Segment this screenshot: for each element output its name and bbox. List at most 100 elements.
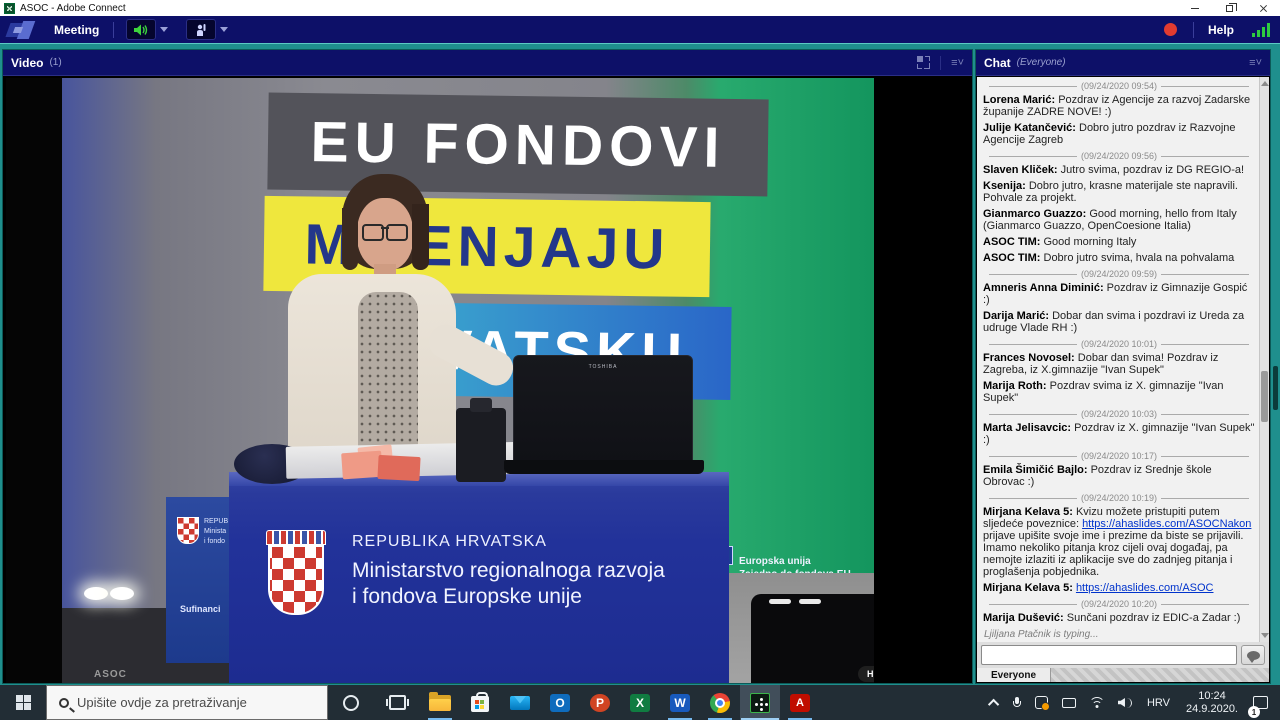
workspace: Video (1) ≡˅ EU FONDOVI MIJENJAJU HRVATS… — [0, 43, 1280, 685]
taskbar-adobe-connect[interactable] — [740, 685, 780, 720]
taskbar-acrobat[interactable]: A — [780, 685, 820, 720]
stage-dark-area — [6, 78, 62, 683]
chat-message: ASOC TIM: Dobro jutro svima, hvala na po… — [983, 252, 1255, 264]
window-title: ASOC - Adobe Connect — [20, 3, 126, 14]
restore-button[interactable] — [1212, 0, 1246, 16]
chat-message: Marija Dušević: Sunčani pozdrav iz EDIC-… — [983, 612, 1255, 624]
date: 24.9.2020. — [1186, 703, 1238, 716]
chat-sender: Emila Šimičić Bajlo: — [983, 464, 1091, 476]
edge-scroll-thumb[interactable] — [1273, 366, 1278, 410]
tray-app-notification[interactable] — [1028, 685, 1055, 720]
chat-message: Mirjana Kelava 5: https://ahaslides.com/… — [983, 582, 1255, 594]
chat-message: Slaven Kliček: Jutro svima, pozdrav iz D… — [983, 164, 1255, 176]
chat-message: Marta Jelisavcic: Pozdrav iz X. gimnazij… — [983, 422, 1255, 446]
chat-message: Gianmarco Guazzo: Good morning, hello fr… — [983, 208, 1255, 232]
chat-pod-menu-icon[interactable]: ≡˅ — [1249, 57, 1262, 69]
close-button[interactable] — [1246, 0, 1280, 16]
tab-everyone[interactable]: Everyone — [977, 668, 1051, 682]
speaker-button[interactable] — [126, 19, 156, 40]
video-pod: Video (1) ≡˅ EU FONDOVI MIJENJAJU HRVATS… — [2, 49, 973, 684]
chevron-up-icon — [988, 698, 999, 709]
mini-coat-of-arms — [177, 517, 199, 544]
chat-sender: Mirjana Kelava 5: — [983, 582, 1076, 594]
status-dropdown-caret[interactable] — [220, 27, 228, 32]
chat-timestamp-divider: (09/24/2020 09:59) — [989, 269, 1249, 279]
recording-indicator-icon[interactable] — [1164, 23, 1177, 36]
chat-message: Lorena Marić: Pozdrav iz Agencije za raz… — [983, 94, 1255, 118]
chat-input[interactable] — [981, 645, 1237, 665]
asoc-watermark: ASOC — [94, 669, 127, 680]
chat-scope: (Everyone) — [1017, 57, 1066, 68]
taskbar-excel[interactable]: X — [620, 685, 660, 720]
task-view-button[interactable] — [374, 685, 420, 720]
tray-display[interactable] — [1055, 685, 1083, 720]
taskbar-outlook[interactable]: O — [540, 685, 580, 720]
tray-network[interactable] — [1083, 685, 1111, 720]
menu-help[interactable]: Help — [1194, 23, 1248, 37]
chat-message: ASOC TIM: Good morning Italy — [983, 236, 1255, 248]
excel-icon: X — [628, 691, 652, 715]
laptop: TOSHIBA — [513, 355, 693, 463]
tray-microphone[interactable] — [1006, 685, 1028, 720]
minimize-icon — [1191, 8, 1199, 9]
scrollbar-thumb[interactable] — [1261, 371, 1268, 422]
scroll-down-icon[interactable] — [1261, 633, 1269, 640]
system-tray: HRV 10:24 24.9.2020. 1 — [984, 685, 1280, 720]
speaker-dropdown-caret[interactable] — [160, 27, 168, 32]
video-pod-menu-icon[interactable]: ≡˅ — [951, 57, 964, 69]
chat-link[interactable]: https://ahaslides.com/ASOC — [1076, 582, 1214, 594]
coat-of-arms — [264, 530, 328, 618]
chat-message: Frances Novosel: Dobar dan svima! Pozdra… — [983, 352, 1255, 376]
raise-hand-button[interactable] — [186, 19, 216, 40]
chat-pod-title: Chat — [984, 56, 1011, 70]
search-icon — [59, 698, 69, 708]
adobe-connect-logo — [6, 20, 40, 40]
video-pod-header: Video (1) ≡˅ — [3, 50, 972, 76]
acrobat-icon: A — [788, 691, 812, 715]
action-center-button[interactable]: 1 — [1246, 685, 1280, 720]
taskbar-chrome[interactable] — [700, 685, 740, 720]
menu-bar: Meeting Help — [0, 16, 1280, 43]
fullscreen-icon[interactable] — [917, 56, 930, 69]
notification-badge: 1 — [1248, 706, 1260, 718]
chat-timestamp-divider: (09/24/2020 10:19) — [989, 493, 1249, 503]
menu-meeting[interactable]: Meeting — [40, 23, 113, 37]
tray-chevron-button[interactable] — [984, 685, 1006, 720]
chat-sender: Marija Roth: — [983, 380, 1050, 392]
chat-input-row — [977, 642, 1269, 668]
clock[interactable]: 10:24 24.9.2020. — [1178, 690, 1246, 716]
taskbar-file-explorer[interactable] — [420, 685, 460, 720]
send-message-button[interactable] — [1241, 645, 1265, 665]
chat-messages: Nives Zenko: Jutro, pozdrav iz MRMSOSPDa… — [977, 77, 1269, 642]
taskbar-mail[interactable] — [500, 685, 540, 720]
taskbar-store[interactable] — [460, 685, 500, 720]
language-indicator[interactable]: HRV — [1139, 697, 1178, 709]
stage-light — [110, 587, 134, 600]
notebook — [377, 455, 420, 481]
taskbar-word[interactable]: W — [660, 685, 700, 720]
restore-icon — [1226, 5, 1233, 12]
taskbar-search[interactable]: Upišite ovdje za pretraživanje — [46, 685, 328, 720]
cortana-button[interactable] — [328, 685, 374, 720]
taskbar-powerpoint[interactable]: P — [580, 685, 620, 720]
desk-device — [456, 408, 506, 482]
chat-message: Amneris Anna Diminić: Pozdrav iz Gimnazi… — [983, 282, 1255, 306]
start-button[interactable] — [0, 685, 46, 720]
chat-timestamp-divider: (09/24/2020 10:20) — [989, 599, 1249, 609]
tray-volume[interactable] — [1111, 685, 1139, 720]
chat-sender: Ksenija: — [983, 180, 1029, 192]
scroll-up-icon[interactable] — [1261, 79, 1269, 86]
chat-sender: Amneris Anna Diminić: — [983, 282, 1107, 294]
screen: ASOC - Adobe Connect Meeting — [0, 0, 1280, 720]
search-placeholder: Upišite ovdje za pretraživanje — [77, 695, 247, 710]
chat-sender: Frances Novosel: — [983, 352, 1078, 364]
task-view-icon — [389, 695, 406, 710]
rollup-banner: REPUB Minista i fondo Sufinanci — [166, 497, 236, 663]
chat-scrollbar[interactable] — [1259, 77, 1269, 642]
minimize-button[interactable] — [1178, 0, 1212, 16]
chat-bubble-icon — [1247, 651, 1260, 660]
chat-message: Darija Marić: Dobar dan svima i pozdravi… — [983, 310, 1255, 334]
connection-signal-icon[interactable] — [1252, 23, 1270, 37]
chat-message: Emila Šimičić Bajlo: Pozdrav iz Srednje … — [983, 464, 1255, 488]
chat-link[interactable]: https://ahaslides.com/ASOCNakon — [1082, 518, 1251, 530]
